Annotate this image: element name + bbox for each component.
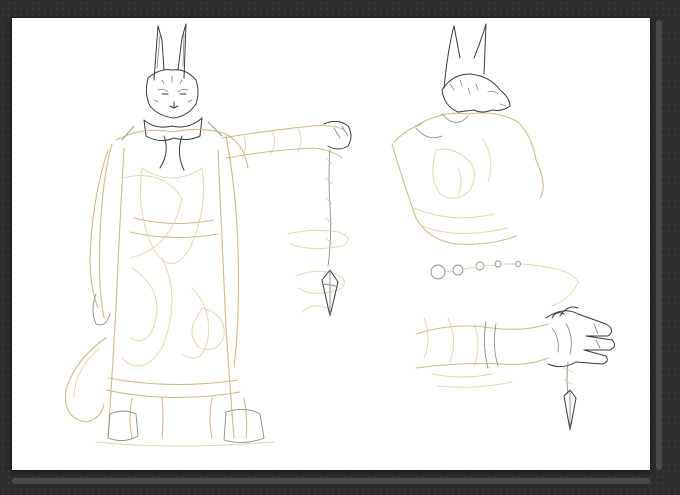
vertical-scrollbar[interactable]	[656, 20, 662, 470]
horizontal-scrollbar-thumb[interactable]	[12, 478, 650, 484]
workspace[interactable]: .gold { fill: none; stroke: #c9b06a; str…	[0, 0, 680, 495]
back-view-bust	[391, 23, 544, 245]
vertical-scrollbar-thumb[interactable]	[656, 20, 662, 470]
drawing-canvas[interactable]: .gold { fill: none; stroke: #c9b06a; str…	[12, 18, 650, 470]
full-body-character	[64, 23, 352, 447]
hand-with-pendulum	[415, 260, 616, 431]
sketch-artwork: .gold { fill: none; stroke: #c9b06a; str…	[64, 23, 616, 447]
horizontal-scrollbar[interactable]	[12, 478, 650, 484]
